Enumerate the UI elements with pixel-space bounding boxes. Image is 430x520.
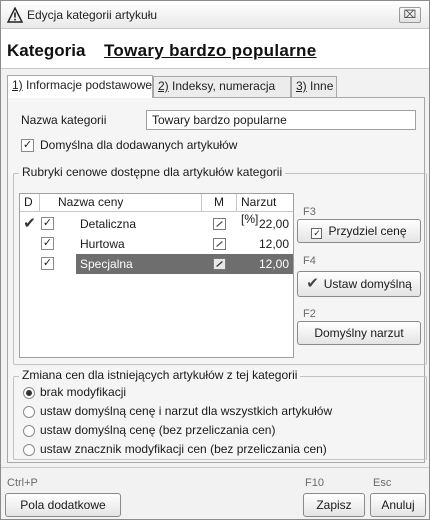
tab-key: 1) (12, 78, 23, 92)
price-name: Detaliczna (80, 217, 137, 231)
category-title: Towary bardzo popularne (104, 41, 317, 60)
tab-indexes[interactable]: 2) Indeksy, numeracja (153, 76, 291, 97)
markup-value[interactable]: 12,00 (237, 234, 293, 254)
esc-shortcut-label: Esc (373, 477, 392, 489)
price-name: Specjalna (76, 254, 202, 274)
default-category-checkbox[interactable]: ✓ (21, 139, 34, 152)
default-check-icon (20, 234, 39, 254)
dialog-header: Kategoria Towary bardzo popularne (1, 29, 429, 69)
table-row[interactable]: ✔ ✓ Detaliczna 22,00 (20, 214, 293, 234)
radio-label: brak modyfikacji (40, 385, 127, 399)
edit-icon (213, 238, 226, 250)
tab-key: 3) (296, 79, 307, 93)
checkbox-icon: ✓ (311, 228, 323, 239)
tab-label: Indeksy, numeracja (168, 79, 276, 93)
f3-shortcut-label: F3 (303, 206, 316, 218)
markup-value[interactable]: 22,00 (237, 214, 293, 234)
checkmark-icon: ✔ (306, 275, 319, 292)
dialog-window: Edycja kategorii artykułu ⌧ Kategoria To… (0, 0, 430, 520)
footer-divider (1, 467, 429, 468)
ctrl-p-shortcut-label: Ctrl+P (7, 477, 38, 489)
assign-price-label: Przydziel cenę (328, 224, 407, 238)
title-bar[interactable]: Edycja kategorii artykułu ⌧ (1, 1, 429, 29)
price-grid[interactable]: D Nazwa ceny M Narzut [%] ✔ ✓ Detaliczna… (19, 193, 294, 358)
f2-shortcut-label: F2 (303, 308, 316, 320)
default-category-label: Domyślna dla dodawanych artykułów (40, 138, 238, 152)
price-columns-group-title: Rubryki cenowe dostępne dla artykułów ka… (19, 165, 286, 179)
radio-label: ustaw znacznik modyfikacji cen (bez prze… (40, 442, 327, 456)
tab-other[interactable]: 3) Inne (291, 76, 337, 97)
default-markup-button[interactable]: Domyślny narzut (297, 321, 421, 345)
save-button[interactable]: Zapisz (303, 493, 365, 517)
assign-price-button[interactable]: ✓ Przydziel cenę (297, 219, 421, 243)
f10-shortcut-label: F10 (305, 477, 324, 489)
column-header-price-name[interactable]: Nazwa ceny (40, 194, 202, 212)
markup-edit-cell[interactable] (202, 234, 237, 254)
table-row[interactable]: ✓ Hurtowa 12,00 (20, 234, 293, 254)
price-name: Hurtowa (80, 237, 125, 251)
f4-shortcut-label: F4 (303, 255, 316, 267)
default-check-icon: ✔ (23, 215, 36, 232)
edit-icon (213, 218, 226, 230)
radio-label: ustaw domyślną cenę i narzut dla wszystk… (40, 404, 333, 418)
row-checkbox[interactable]: ✓ (41, 217, 54, 230)
radio-label: ustaw domyślną cenę (bez przeliczania ce… (40, 423, 276, 437)
extra-fields-button[interactable]: Pola dodatkowe (5, 493, 121, 517)
cancel-button[interactable]: Anuluj (370, 493, 426, 517)
tab-key: 2) (158, 79, 169, 93)
column-header-m[interactable]: M (202, 194, 237, 212)
row-checkbox[interactable]: ✓ (41, 257, 54, 270)
markup-edit-cell[interactable] (202, 214, 237, 234)
tab-basic-info[interactable]: 1) Informacje podstawowe (7, 75, 153, 98)
category-name-label: Nazwa kategorii (21, 113, 107, 127)
tab-label: Informacje podstawowe (22, 78, 153, 92)
column-header-default[interactable]: D (20, 194, 40, 212)
category-name-input[interactable]: Towary bardzo popularne (146, 110, 416, 130)
radio-no-modification[interactable] (23, 387, 35, 399)
close-button[interactable]: ⌧ (399, 7, 421, 23)
markup-value[interactable]: 12,00 (237, 254, 293, 274)
default-check-icon (20, 254, 39, 274)
warning-triangle-icon (7, 7, 23, 23)
set-default-button[interactable]: ✔ Ustaw domyślną (297, 271, 421, 297)
window-title: Edycja kategorii artykułu (27, 8, 158, 22)
price-change-group-title: Zmiana cen dla istniejących artykułów z … (19, 368, 301, 382)
edit-icon (213, 258, 226, 270)
set-default-label: Ustaw domyślną (323, 277, 412, 291)
header-prefix: Kategoria (7, 41, 86, 60)
tab-label: Inne (306, 79, 334, 93)
column-header-markup[interactable]: Narzut [%] (237, 194, 293, 226)
markup-edit-cell[interactable] (202, 254, 237, 274)
table-row-selected[interactable]: ✓ Specjalna 12,00 (20, 254, 293, 274)
radio-set-default-price-and-markup[interactable] (23, 406, 35, 418)
row-checkbox[interactable]: ✓ (41, 237, 54, 250)
radio-set-modification-flag[interactable] (23, 444, 35, 456)
radio-set-default-price[interactable] (23, 425, 35, 437)
